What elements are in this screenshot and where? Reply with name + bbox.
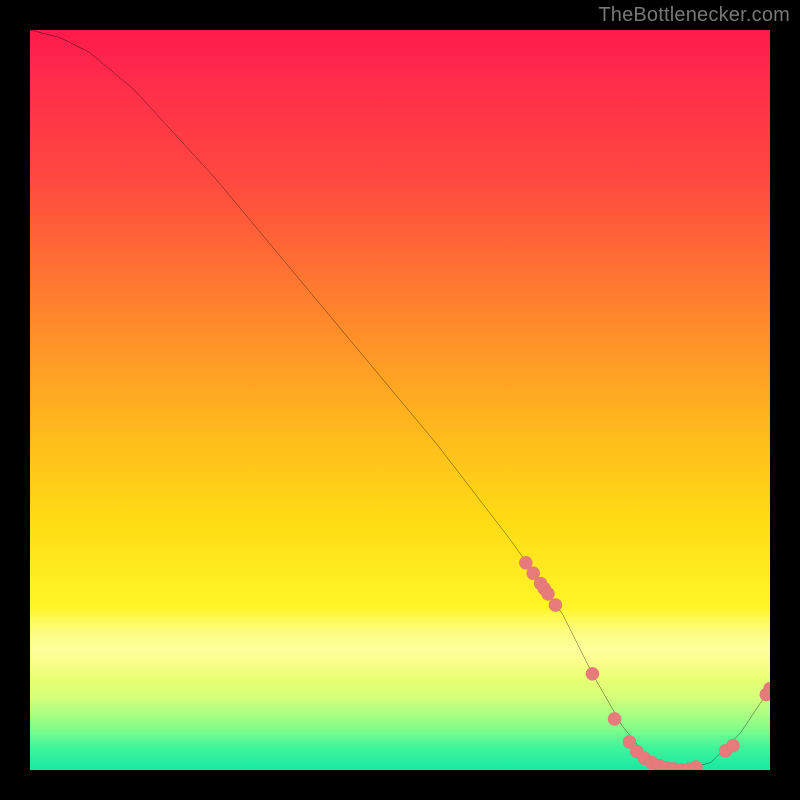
marker-dot [586, 667, 599, 680]
marker-dot [652, 759, 665, 770]
marker-dot [541, 587, 554, 600]
marker-dot [534, 577, 547, 590]
marker-dot [667, 762, 680, 770]
marker-dot [519, 556, 532, 569]
markers-group [519, 556, 770, 770]
main-line [30, 30, 770, 770]
marker-dot [675, 763, 688, 770]
marker-dot [623, 735, 636, 748]
chart-frame: TheBottlenecker.com [0, 0, 800, 800]
chart-svg [30, 30, 770, 770]
marker-dot [538, 582, 551, 595]
marker-dot [549, 598, 562, 611]
marker-dot [760, 688, 770, 701]
marker-dot [608, 712, 621, 725]
marker-dot [689, 760, 702, 770]
line-group [30, 30, 770, 770]
marker-dot [527, 567, 540, 580]
marker-dot [726, 739, 739, 752]
marker-dot [630, 745, 643, 758]
plot-area [30, 30, 770, 770]
marker-dot [645, 756, 658, 769]
marker-dot [682, 763, 695, 770]
marker-dot [660, 761, 673, 770]
watermark-text: TheBottlenecker.com [598, 4, 790, 27]
marker-dot [719, 744, 732, 757]
marker-dot [763, 682, 770, 695]
marker-dot [638, 752, 651, 765]
